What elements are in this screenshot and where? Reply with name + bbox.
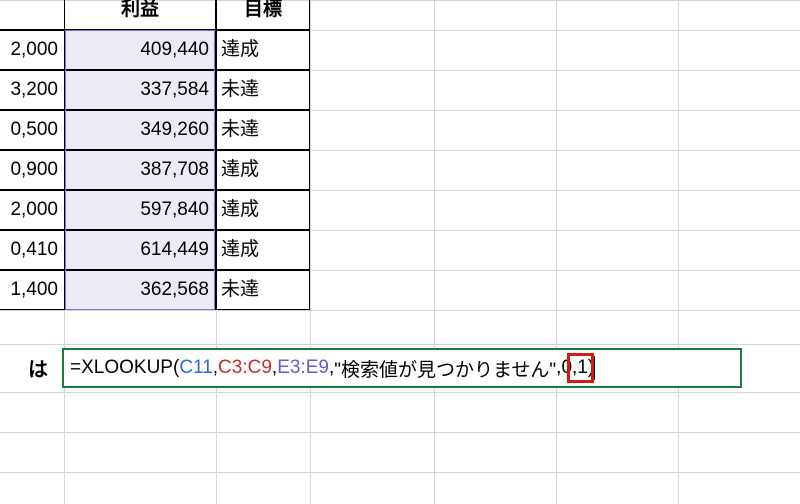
- cell-target[interactable]: 未達: [216, 110, 310, 150]
- cell-colA[interactable]: 3,200: [0, 70, 65, 110]
- formula-arg2: C3:C9: [218, 357, 272, 379]
- cell-colA[interactable]: 0,500: [0, 110, 65, 150]
- cell-colA[interactable]: 2,000: [0, 190, 65, 230]
- cell-target[interactable]: 達成: [216, 150, 310, 190]
- cell-target[interactable]: 未達: [216, 70, 310, 110]
- formula-eq: =: [70, 357, 81, 379]
- label-fragment: は: [0, 350, 48, 390]
- cell-profit[interactable]: 349,260: [64, 110, 216, 150]
- cell-profit[interactable]: 409,440: [64, 30, 216, 70]
- cell-profit[interactable]: 337,584: [64, 70, 216, 110]
- cell-colA[interactable]: 0,410: [0, 230, 65, 270]
- formula-fn: XLOOKUP: [81, 357, 173, 379]
- formula-arg4: "検索値が見つかりません": [334, 355, 556, 382]
- formula-arg5: 0: [561, 357, 572, 379]
- cell-target[interactable]: 達成: [216, 30, 310, 70]
- cell-target[interactable]: 達成: [216, 190, 310, 230]
- formula-cell[interactable]: = XLOOKUP ( C11 , C3:C9 , E3:E9 , "検索値が見…: [62, 348, 742, 388]
- header-profit[interactable]: 利益: [64, 0, 216, 30]
- cell-profit[interactable]: 387,708: [64, 150, 216, 190]
- cell-target[interactable]: 達成: [216, 230, 310, 270]
- cell-colA[interactable]: 1,400: [0, 270, 65, 310]
- header-target[interactable]: 目標: [216, 0, 310, 30]
- formula-arg1: C11: [179, 357, 212, 379]
- formula-arg6: 1: [577, 357, 588, 379]
- text-cursor: [594, 356, 595, 380]
- cell-target[interactable]: 未達: [216, 270, 310, 310]
- header-cut: [0, 0, 65, 30]
- cell-profit[interactable]: 362,568: [64, 270, 216, 310]
- cell-profit[interactable]: 614,449: [64, 230, 216, 270]
- cell-colA[interactable]: 0,900: [0, 150, 65, 190]
- cell-profit[interactable]: 597,840: [64, 190, 216, 230]
- cell-colA[interactable]: 2,000: [0, 30, 65, 70]
- formula-arg3: E3:E9: [277, 357, 329, 379]
